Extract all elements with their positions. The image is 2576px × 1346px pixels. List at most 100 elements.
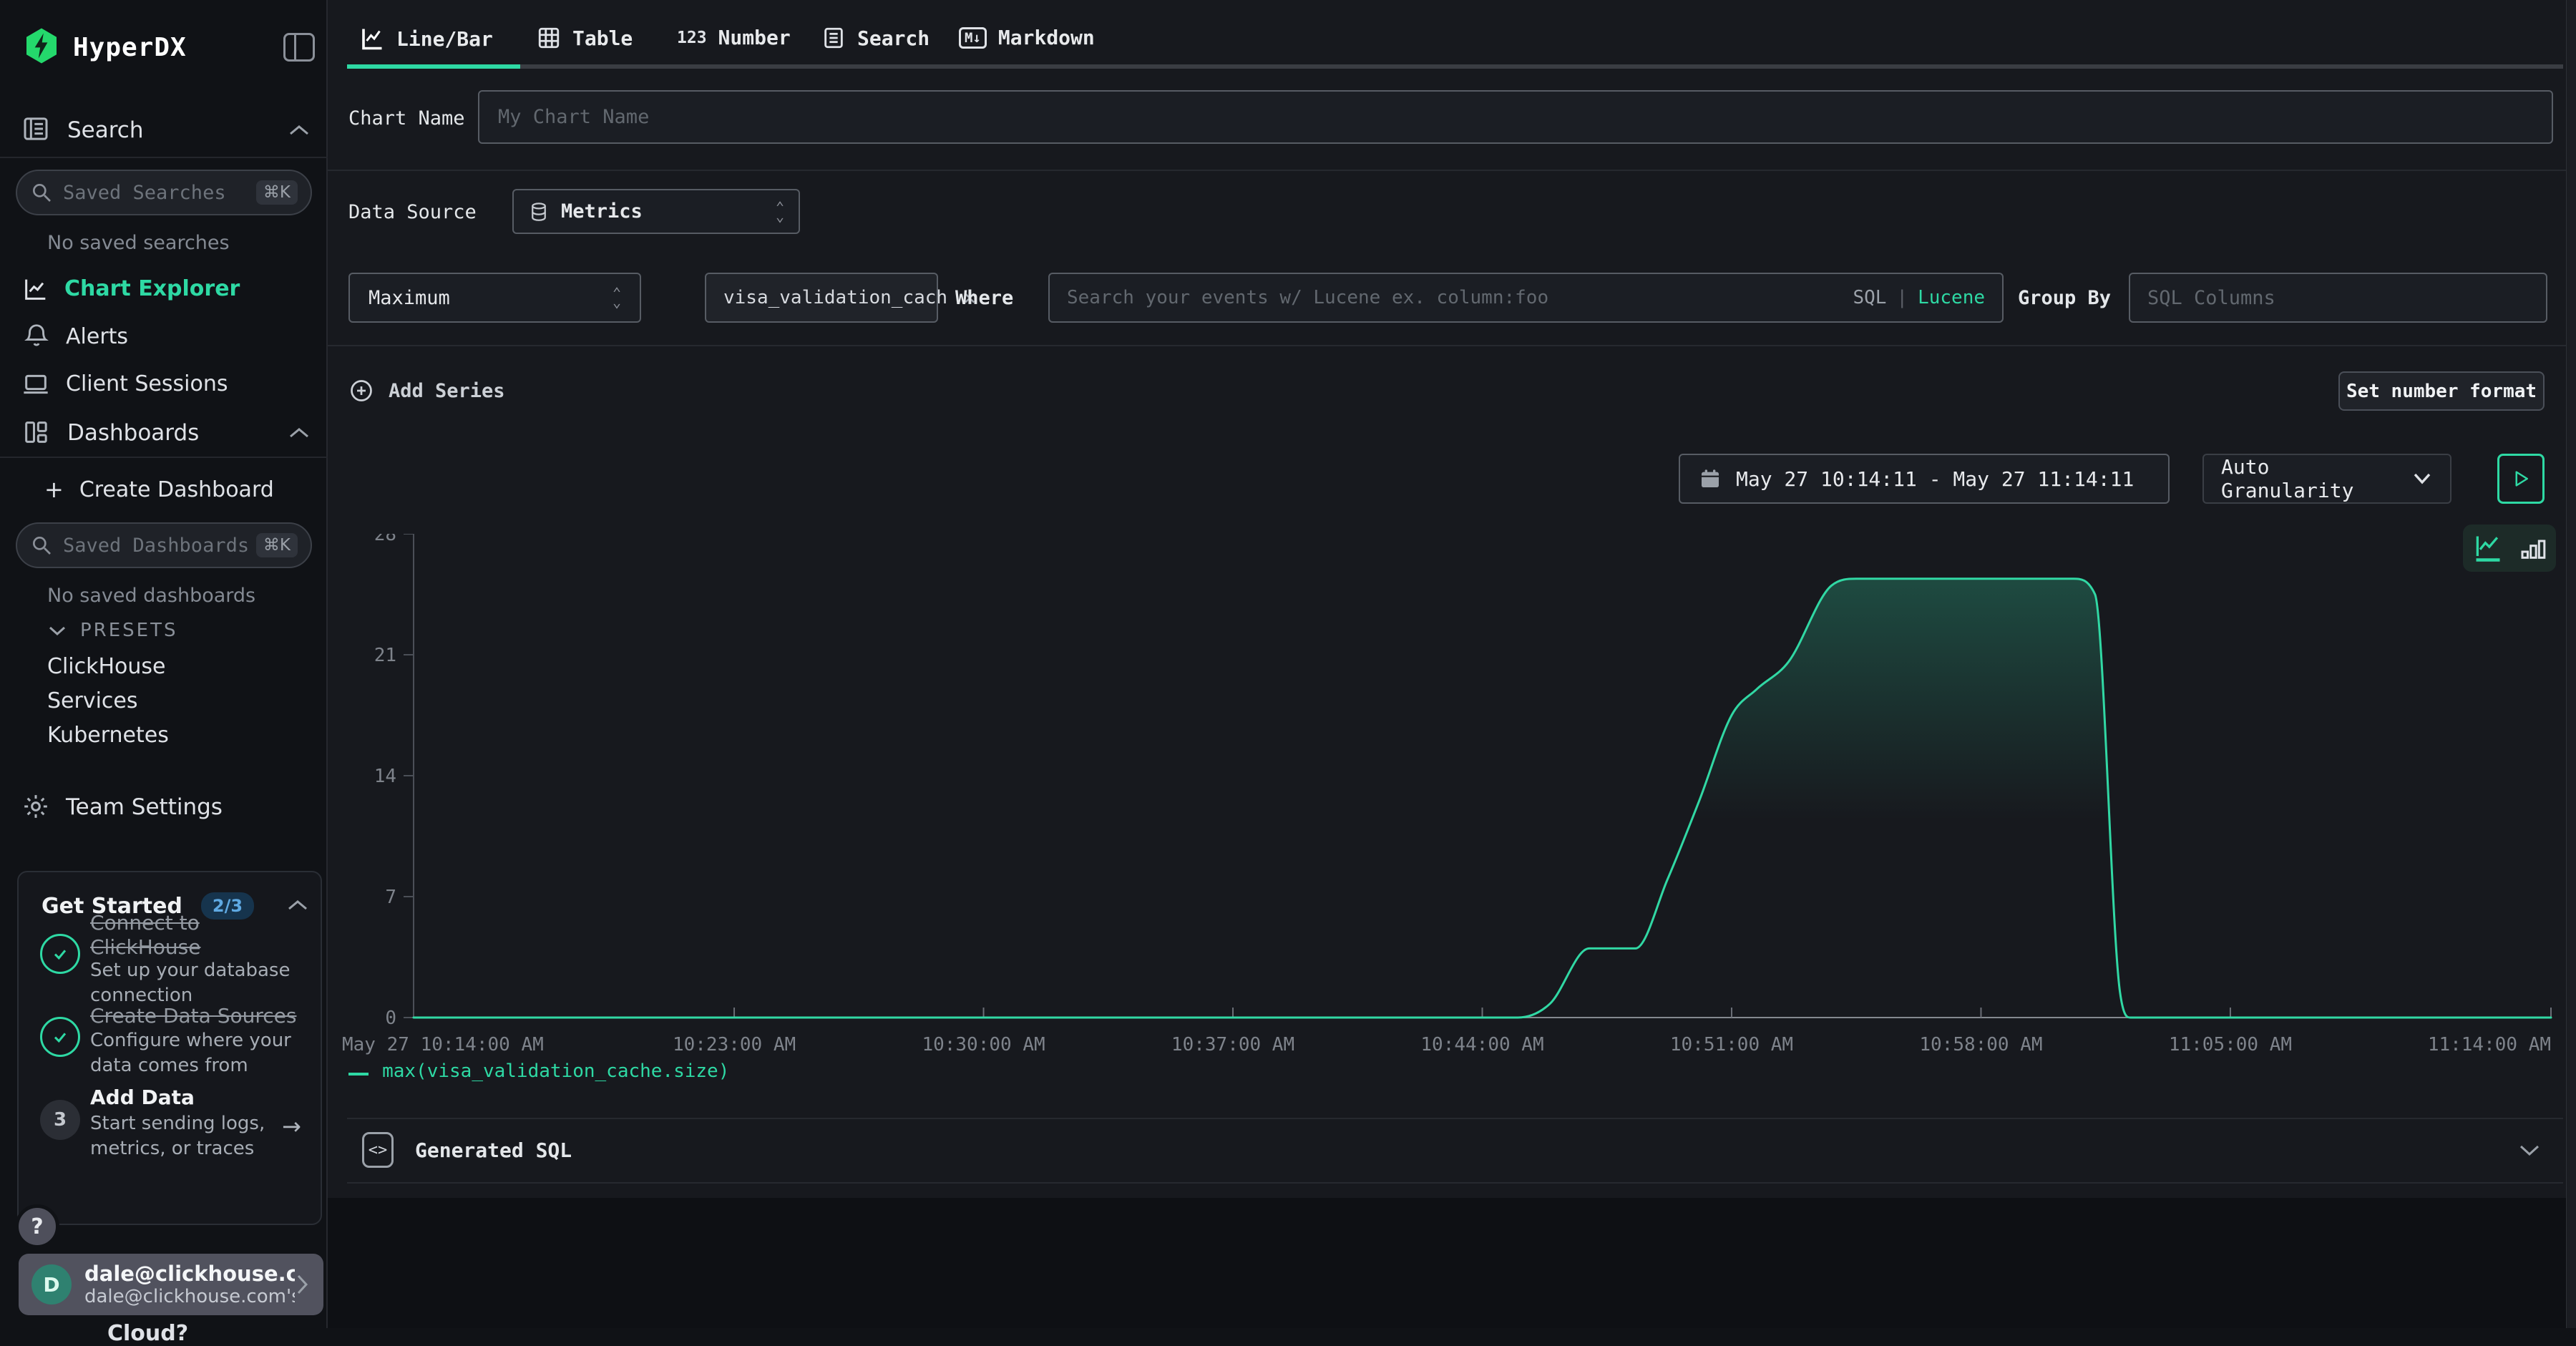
line-chart-icon (359, 26, 385, 52)
tab-line-bar[interactable]: Line/Bar (359, 26, 493, 52)
svg-text:10:37:00 AM: 10:37:00 AM (1171, 1034, 1294, 1055)
svg-text:21: 21 (374, 645, 396, 666)
saved-searches-input[interactable]: Saved Searches ⌘K (16, 170, 312, 215)
svg-text:10:44:00 AM: 10:44:00 AM (1420, 1034, 1543, 1055)
granularity-value: Auto Granularity (2221, 455, 2411, 502)
sidebar-collapse-button[interactable] (283, 33, 315, 62)
user-org: dale@clickhouse.com's (84, 1286, 295, 1307)
gear-icon (21, 792, 50, 824)
group-by-label: Group By (2018, 287, 2111, 309)
chart-legend[interactable]: max(visa_validation_cache.size) (348, 1060, 729, 1082)
add-series-button[interactable]: Add Series (348, 378, 505, 404)
where-placeholder: Search your events w/ Lucene ex. column:… (1067, 287, 1840, 308)
user-email: dale@clickhouse.com (84, 1262, 295, 1286)
saved-dashboards-input[interactable]: Saved Dashboards ⌘K (16, 522, 312, 568)
select-chevrons-icon: ⌃⌄ (613, 288, 621, 307)
svg-text:11:14:00 AM: 11:14:00 AM (2428, 1034, 2551, 1055)
tab-number[interactable]: 123 Number (677, 26, 791, 49)
lucene-mode-toggle[interactable]: Lucene (1918, 287, 1985, 308)
chevron-down-icon (2411, 471, 2433, 487)
tab-search[interactable]: Search (821, 26, 930, 50)
date-range-picker[interactable]: May 27 10:14:11 - May 27 11:14:11 (1679, 454, 2170, 504)
chart-name-input[interactable] (498, 106, 2533, 128)
saved-dashboards-placeholder: Saved Dashboards (63, 535, 256, 557)
sidebar: HyperDX Search Saved Searches ⌘K No save… (0, 0, 328, 1328)
divider (347, 1118, 2563, 1119)
group-by-field[interactable] (2129, 273, 2547, 323)
create-dashboard-button[interactable]: + Create Dashboard (44, 476, 274, 503)
group-by-input[interactable] (2147, 287, 2529, 309)
data-source-value: Metrics (561, 200, 643, 223)
chevron-down-icon (47, 623, 67, 638)
svg-text:May 27 10:14:00 AM: May 27 10:14:00 AM (342, 1034, 544, 1055)
tab-table[interactable]: Table (537, 26, 633, 50)
play-icon (2510, 467, 2532, 490)
clipped-bottom-text: Cloud? (107, 1321, 188, 1346)
help-button[interactable]: ? (15, 1204, 59, 1249)
no-saved-dashboards-text: No saved dashboards (47, 585, 255, 607)
tab-markdown[interactable]: M↓ Markdown (959, 26, 1095, 49)
chevron-up-icon[interactable] (286, 122, 312, 139)
data-source-select[interactable]: Metrics ⌃⌄ (512, 189, 800, 234)
presets-toggle[interactable]: PRESETS (47, 620, 178, 641)
aggregation-value: Maximum (369, 287, 450, 309)
set-number-format-button[interactable]: Set number format (2338, 371, 2545, 411)
metric-tag[interactable]: visa_validation_cach × (705, 273, 938, 323)
aggregation-select[interactable]: Maximum ⌃⌄ (348, 273, 641, 323)
chart-explorer-icon (21, 275, 50, 306)
preset-item-services[interactable]: Services (47, 688, 138, 713)
sidebar-section-dashboards[interactable]: Dashboards (67, 420, 199, 446)
sidebar-item-alerts[interactable]: Alerts (66, 324, 128, 349)
dashboards-icon (21, 418, 50, 449)
svg-text:10:30:00 AM: 10:30:00 AM (922, 1034, 1045, 1055)
svg-text:7: 7 (385, 887, 396, 908)
divider (328, 345, 2576, 346)
plus-icon: + (44, 476, 64, 503)
svg-text:10:23:00 AM: 10:23:00 AM (673, 1034, 796, 1055)
get-started-card: Get Started 2/3 Connect toClickHouse Set… (17, 871, 322, 1225)
user-menu[interactable]: D dale@clickhouse.com dale@clickhouse.co… (19, 1254, 323, 1315)
select-chevrons-icon: ⌃⌄ (776, 203, 784, 221)
preset-item-clickhouse[interactable]: ClickHouse (47, 654, 166, 679)
sidebar-item-client-sessions[interactable]: Client Sessions (66, 371, 228, 396)
step-title[interactable]: Create Data Sources (90, 1004, 296, 1028)
arrow-right-icon[interactable]: → (282, 1113, 301, 1140)
step-title[interactable]: Connect toClickHouse (90, 911, 305, 960)
data-source-label: Data Source (348, 201, 477, 223)
chevron-down-icon[interactable] (2517, 1142, 2542, 1159)
granularity-select[interactable]: Auto Granularity (2202, 454, 2451, 504)
chart-name-field[interactable] (478, 90, 2553, 144)
sidebar-item-chart-explorer[interactable]: Chart Explorer (64, 276, 240, 301)
saved-searches-placeholder: Saved Searches (63, 182, 256, 204)
code-icon: <> (362, 1132, 394, 1168)
divider (0, 157, 328, 158)
generated-sql-toggle[interactable]: <> Generated SQL (362, 1132, 572, 1168)
divider (347, 1182, 2563, 1184)
markdown-icon: M↓ (959, 27, 987, 49)
divider (0, 457, 328, 458)
active-tab-indicator (347, 64, 520, 69)
preset-item-kubernetes[interactable]: Kubernetes (47, 723, 169, 748)
step-title[interactable]: Add Data (90, 1086, 195, 1109)
number-123-icon: 123 (677, 29, 707, 47)
circle-plus-icon (348, 378, 374, 404)
svg-text:10:51:00 AM: 10:51:00 AM (1670, 1034, 1793, 1055)
no-saved-searches-text: No saved searches (47, 232, 230, 254)
divider (328, 170, 2576, 171)
chart-canvas[interactable]: 07142128May 27 10:14:00 AM10:23:00 AM10:… (328, 534, 2564, 1078)
run-query-button[interactable] (2497, 454, 2545, 504)
step-desc: Start sending logs,metrics, or traces (90, 1111, 265, 1161)
sql-mode-toggle[interactable]: SQL (1853, 287, 1886, 308)
panel-collapse-icon (283, 33, 315, 62)
svg-text:10:58:00 AM: 10:58:00 AM (1919, 1034, 2042, 1055)
where-field[interactable]: Search your events w/ Lucene ex. column:… (1048, 273, 2004, 323)
step-check-icon (40, 1017, 80, 1057)
sidebar-item-team-settings[interactable]: Team Settings (66, 794, 223, 820)
scrollbar[interactable] (2566, 0, 2576, 1328)
sidebar-section-search[interactable]: Search (67, 117, 144, 143)
chevron-up-icon[interactable] (286, 424, 312, 442)
database-icon (528, 200, 550, 224)
main-content: Line/Bar Table 123 Number Search M↓ Mark… (328, 0, 2576, 1328)
legend-label: max(visa_validation_cache.size) (382, 1060, 729, 1082)
app-title: HyperDX (73, 33, 187, 62)
